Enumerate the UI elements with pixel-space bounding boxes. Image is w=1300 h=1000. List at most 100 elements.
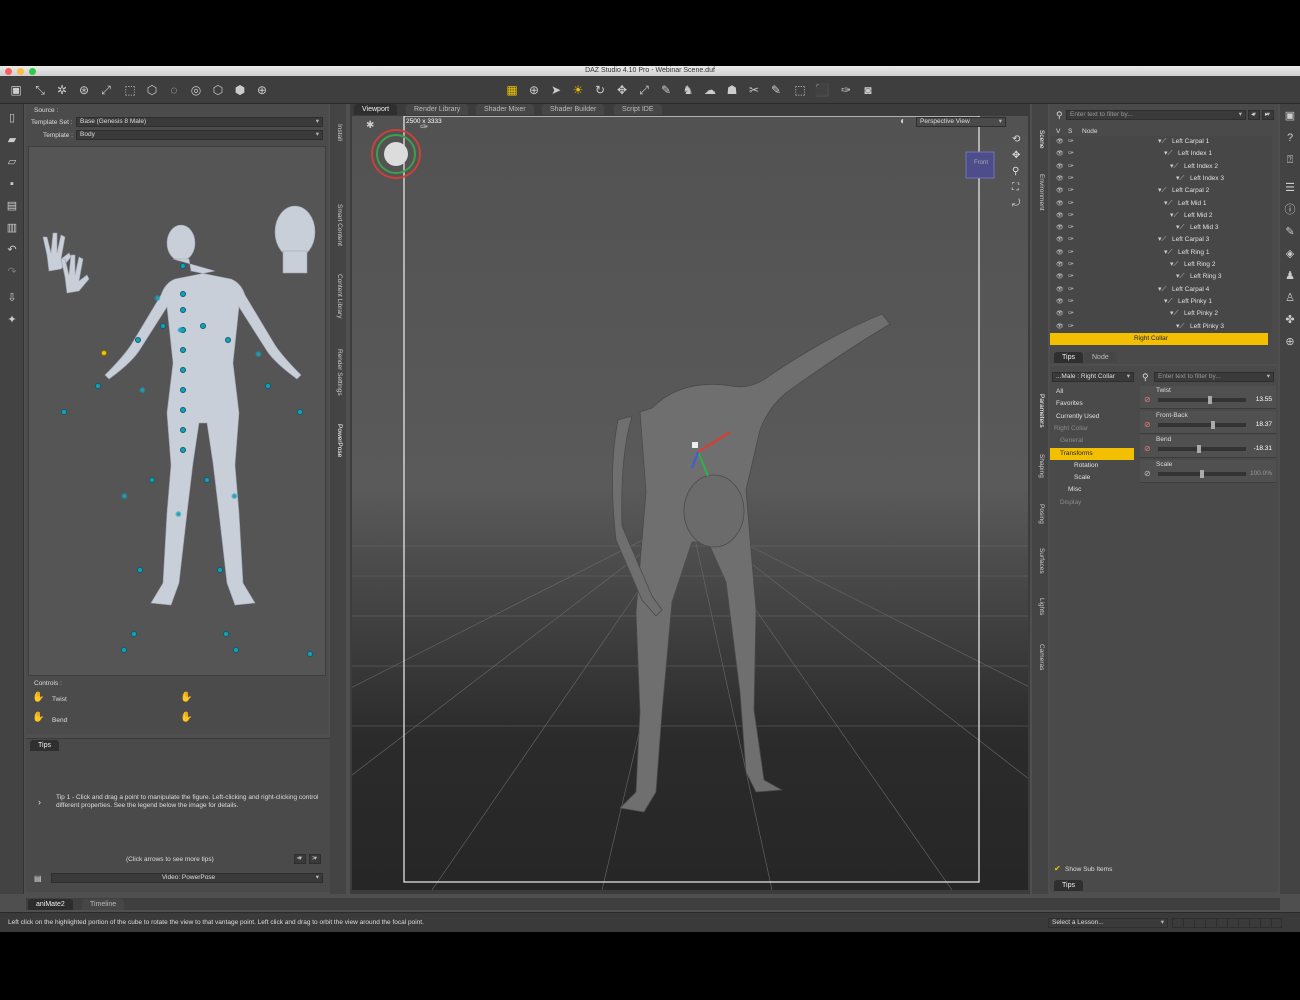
undo-icon[interactable]: ↶ <box>4 242 20 258</box>
template-select[interactable]: Body <box>76 130 323 140</box>
tab-lights[interactable]: Lights <box>1035 598 1045 615</box>
import-icon[interactable]: ▤ <box>4 198 20 214</box>
pose-node[interactable] <box>217 567 223 573</box>
pose-node[interactable] <box>180 367 186 373</box>
select-icon[interactable]: ✑ <box>1068 173 1074 185</box>
scene-node-row[interactable]: 👁 ✑ ▾⟋ Left Carpal 4 <box>1050 284 1270 296</box>
tab-environment[interactable]: Environment <box>1035 174 1045 211</box>
gear-node-icon[interactable]: ✺ <box>121 493 128 501</box>
active-pose-icon[interactable]: ☀ <box>570 82 586 98</box>
param-tree-item[interactable]: All <box>1050 386 1134 398</box>
video-powerpose-button[interactable]: Video: PowerPose <box>51 873 323 883</box>
pose-node[interactable] <box>307 651 313 657</box>
new-file-icon[interactable]: ▯ <box>4 110 20 126</box>
eye-icon[interactable]: 👁 <box>1056 271 1064 283</box>
slider-track[interactable] <box>1158 420 1246 429</box>
select-icon[interactable]: ✑ <box>1068 185 1074 197</box>
slider-lock-icon[interactable]: ⊘ <box>1144 420 1151 429</box>
param-tree-item[interactable]: Rotation <box>1050 460 1134 472</box>
eye-icon[interactable]: 👁 <box>1056 148 1064 160</box>
select-icon[interactable]: ✑ <box>1068 210 1074 222</box>
eye-icon[interactable]: 👁 <box>1056 284 1064 296</box>
surface-icon[interactable]: ⬛ <box>814 82 830 98</box>
rotate-tool-icon[interactable]: ⊛ <box>76 82 92 98</box>
eye-icon[interactable]: 👁 <box>1056 308 1064 320</box>
tab-script-ide[interactable]: Script IDE <box>614 104 662 115</box>
param-tree-item[interactable]: Favorites <box>1050 398 1134 410</box>
param-slider[interactable]: Bend ⊘ -18.31 <box>1140 435 1276 459</box>
sphere-icon[interactable]: ◌ <box>166 82 182 98</box>
cube-icon[interactable]: ⬡ <box>144 82 160 98</box>
minimize-window-button[interactable] <box>17 68 24 75</box>
node-weight-icon[interactable]: ☗ <box>724 82 740 98</box>
morph-loader-icon[interactable]: ◈ <box>1282 246 1298 262</box>
pose-node[interactable] <box>200 323 206 329</box>
tab-smart-content[interactable]: Smart Content <box>333 204 343 246</box>
tab-tips[interactable]: Tips <box>30 740 59 751</box>
select-icon[interactable]: ✑ <box>1068 161 1074 173</box>
pose-node[interactable] <box>131 631 137 637</box>
slider-handle[interactable] <box>1208 396 1213 404</box>
lesson-select[interactable]: Select a Lesson... <box>1048 918 1168 928</box>
scene-node-row[interactable]: 👁 ✑ ▾⟋ Left Carpal 3 <box>1050 234 1270 246</box>
tab-shader-mixer[interactable]: Shader Mixer <box>476 104 534 115</box>
pose-node[interactable] <box>137 567 143 573</box>
pan-icon[interactable]: ✥ <box>1012 150 1020 161</box>
pose-node[interactable] <box>180 427 186 433</box>
scene-node-row[interactable]: 👁 ✑ ▾⟋ Left Carpal 2 <box>1050 185 1270 197</box>
slider-handle[interactable] <box>1210 420 1215 429</box>
render-icon[interactable]: ⊕ <box>254 82 270 98</box>
export-icon[interactable]: ▥ <box>4 220 20 236</box>
rotate-icon[interactable]: ↻ <box>592 82 608 98</box>
scene-node-row[interactable]: 👁 ✑ ▾⟋ Left Index 1 <box>1050 148 1270 160</box>
select-icon[interactable]: ✑ <box>1068 284 1074 296</box>
lesson-step-buttons[interactable] <box>1172 918 1282 928</box>
joint-icon[interactable]: ✲ <box>54 82 70 98</box>
pose-node[interactable] <box>149 477 155 483</box>
scene-node-row[interactable]: 👁 ✑ ▾⟋ Left Pinky 3 <box>1050 321 1270 333</box>
target-icon[interactable]: ◎ <box>188 82 204 98</box>
param-tree-item[interactable]: Display <box>1050 497 1134 509</box>
pose-node[interactable] <box>180 387 186 393</box>
save-icon[interactable]: ▪ <box>4 176 20 192</box>
tab-cameras[interactable]: Cameras <box>1035 644 1045 670</box>
pointer-icon[interactable]: ➤ <box>548 82 564 98</box>
tab-animate2[interactable]: aniMate2 <box>28 899 73 910</box>
geometry-editor-icon[interactable]: ✎ <box>768 82 784 98</box>
drop-to-floor-icon[interactable]: ⇩ <box>4 290 20 306</box>
select-icon[interactable]: ✑ <box>1068 222 1074 234</box>
joint-editor-icon[interactable]: ✎ <box>658 82 674 98</box>
pose-node[interactable] <box>204 477 210 483</box>
bone-icon[interactable]: ⤡ <box>32 82 48 98</box>
eye-icon[interactable]: 👁 <box>1056 136 1064 148</box>
slider-lock-icon[interactable]: ⊘ <box>1144 469 1151 478</box>
pin-icon[interactable]: ✑ <box>838 82 854 98</box>
tab-scene-node[interactable]: Node <box>1084 352 1117 363</box>
zoom-icon[interactable]: ⚲ <box>1012 166 1019 177</box>
scale-icon[interactable]: ⤢ <box>636 82 652 98</box>
param-slider[interactable]: Scale ⊘ 100.0% <box>1140 459 1276 483</box>
camera-icon[interactable]: ◙ <box>860 82 876 98</box>
orbit-icon[interactable]: ⟲ <box>1012 134 1020 145</box>
select-icon[interactable]: ✑ <box>1068 321 1074 333</box>
pose-node[interactable] <box>180 291 186 297</box>
tab-posing[interactable]: Posing <box>1035 504 1045 524</box>
select-icon[interactable]: ✑ <box>1068 198 1074 210</box>
param-tree-item[interactable]: Right Collar <box>1050 423 1134 435</box>
slider-lock-icon[interactable]: ⊘ <box>1144 444 1151 453</box>
select-icon[interactable]: ✑ <box>1068 247 1074 259</box>
slider-value[interactable]: 18.37 <box>1256 421 1272 428</box>
globe-icon[interactable]: ⊕ <box>1282 334 1298 350</box>
perspective-view-select[interactable]: Perspective View <box>916 117 1006 127</box>
pose-node[interactable] <box>135 337 141 343</box>
tab-render-library[interactable]: Render Library <box>406 104 469 115</box>
template-set-select[interactable]: Base (Genesis 8 Male) <box>76 117 323 127</box>
universal-tool-icon[interactable]: ⊕ <box>526 82 542 98</box>
help-icon[interactable]: ? <box>1282 130 1298 146</box>
daz-connect-icon[interactable]: ▣ <box>1282 108 1298 124</box>
bone-tool-icon[interactable]: ✂ <box>746 82 762 98</box>
list-icon[interactable]: ☰ <box>1282 180 1298 196</box>
tab-parameters[interactable]: Parameters <box>1035 394 1045 428</box>
tab-surfaces[interactable]: Surfaces <box>1035 548 1045 574</box>
pose-node[interactable] <box>223 631 229 637</box>
